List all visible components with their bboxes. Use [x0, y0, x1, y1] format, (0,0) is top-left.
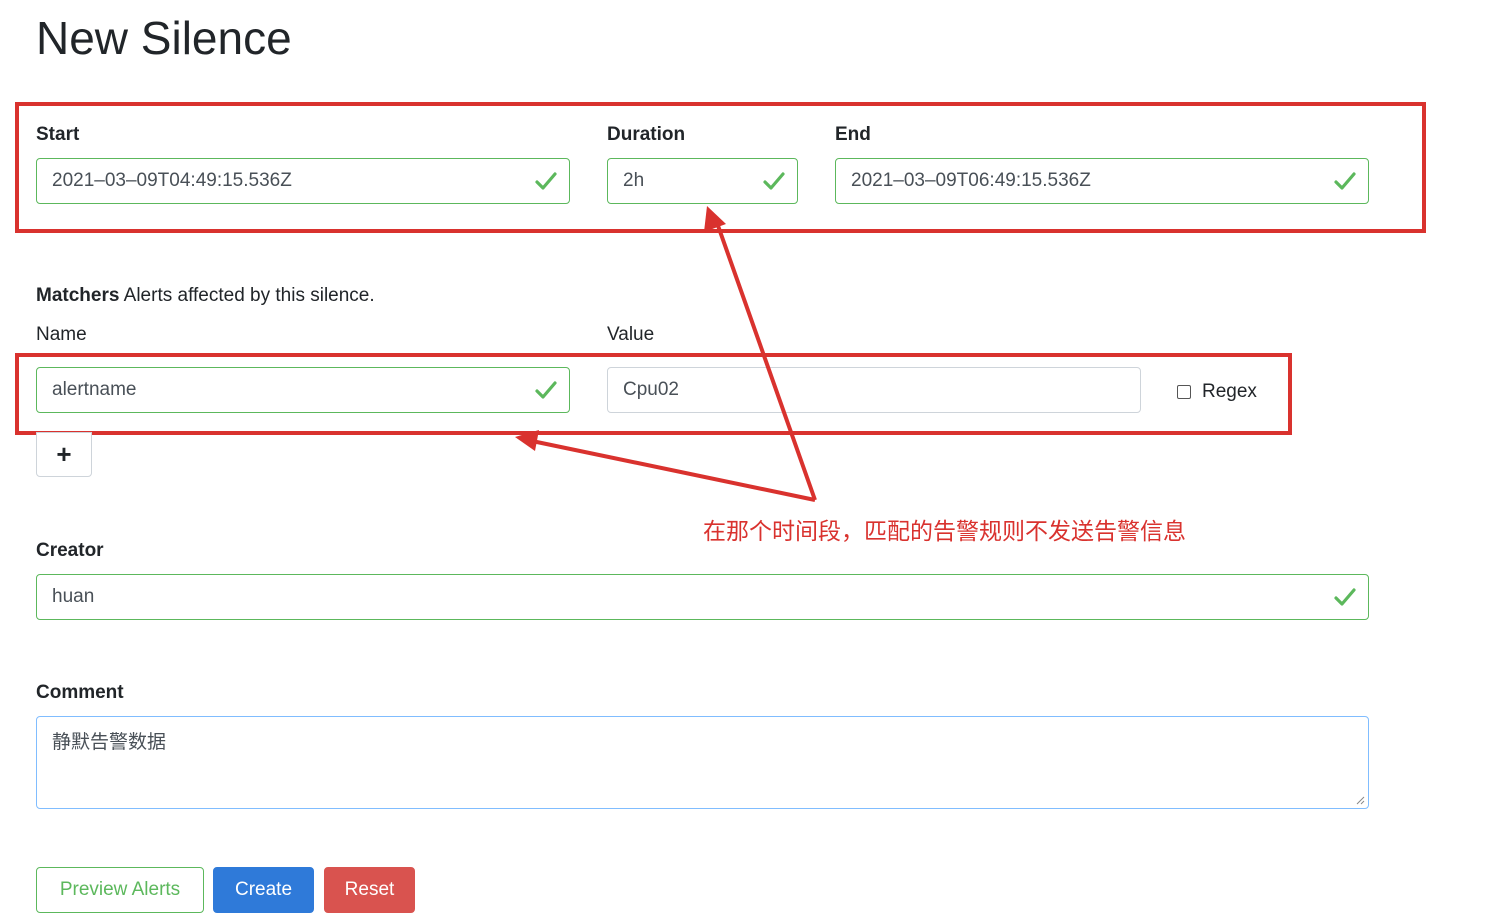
arrow-head-to-duration	[704, 206, 726, 232]
arrow-head-to-matchers	[515, 430, 539, 451]
resize-handle-icon[interactable]	[1355, 795, 1365, 805]
comment-value: 静默告警数据	[52, 731, 167, 753]
create-button[interactable]: Create	[213, 867, 314, 913]
preview-alerts-button[interactable]: Preview Alerts	[36, 867, 204, 913]
comment-textarea[interactable]: 静默告警数据	[36, 716, 1369, 809]
creator-label: Creator	[36, 540, 104, 561]
arrow-line-to-duration	[714, 219, 817, 501]
annotation-text: 在那个时间段，匹配的告警规则不发送告警信息	[703, 519, 1186, 545]
arrow-line-to-matchers	[531, 439, 816, 502]
comment-label: Comment	[36, 682, 124, 703]
reset-button[interactable]: Reset	[324, 867, 415, 913]
creator-input[interactable]: huan	[36, 574, 1369, 620]
check-icon	[1334, 588, 1356, 606]
creator-value: huan	[52, 586, 95, 607]
